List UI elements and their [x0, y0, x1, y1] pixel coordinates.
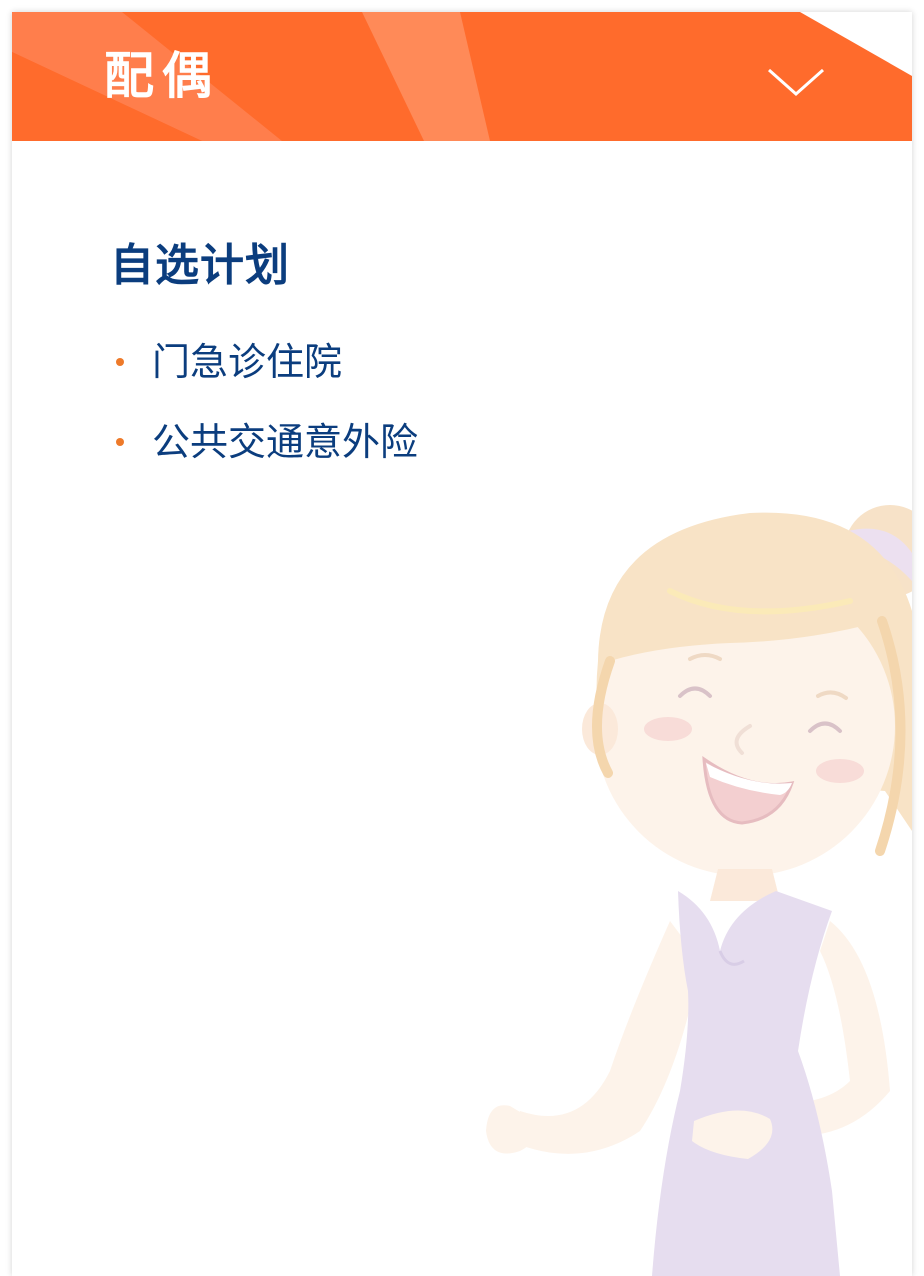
- plan-list: 门急诊住院 公共交通意外险: [110, 337, 418, 497]
- card-header[interactable]: 配偶: [12, 12, 912, 141]
- smiling-woman-illustration: [486, 505, 912, 1276]
- bullet-icon: [116, 358, 124, 366]
- list-item: 公共交通意外险: [110, 417, 418, 497]
- header-title: 配偶: [104, 47, 220, 105]
- bullet-icon: [116, 438, 124, 446]
- list-item: 门急诊住院: [110, 337, 418, 417]
- plan-item-label: 公共交通意外险: [152, 420, 419, 464]
- card-content: 自选计划 门急诊住院 公共交通意外险: [12, 141, 912, 1276]
- chevron-down-icon[interactable]: [766, 66, 826, 98]
- section-title: 自选计划: [110, 240, 290, 291]
- plan-item-label: 门急诊住院: [152, 340, 343, 384]
- spouse-card: 配偶 自选计划 门急诊住院 公共交通意外险: [12, 12, 912, 1276]
